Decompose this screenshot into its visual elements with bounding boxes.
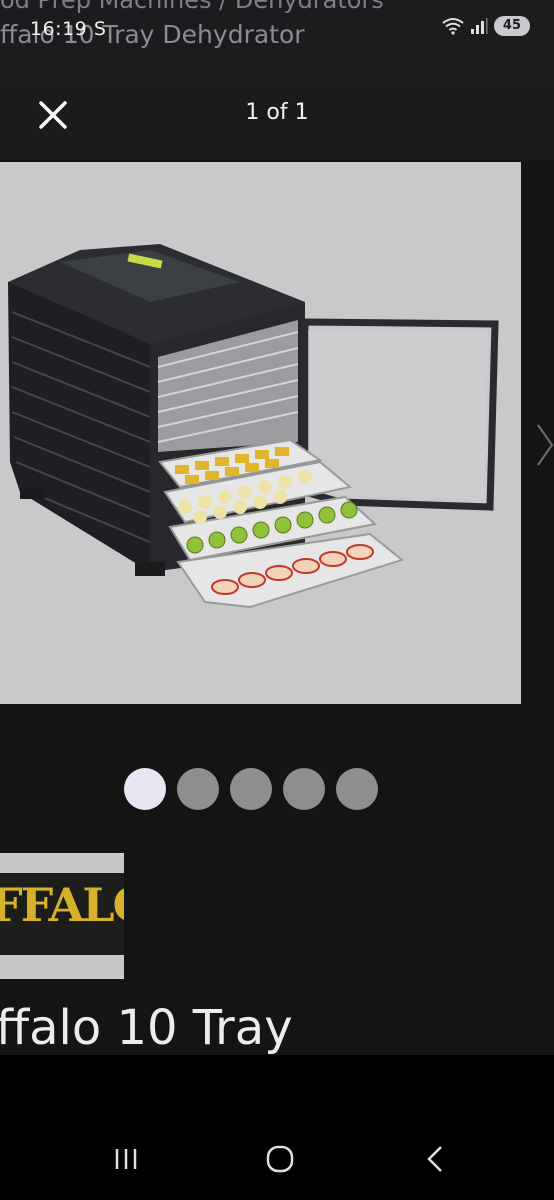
clock: 16:19 [30, 18, 88, 40]
pagination-dot[interactable] [230, 768, 272, 810]
pagination-dot[interactable] [336, 768, 378, 810]
back-icon[interactable] [416, 1139, 456, 1179]
signal-icon [470, 18, 488, 34]
status-letter: S [93, 18, 107, 40]
status-bar: od Prep Machines / Dehydrators ffalo 10 … [0, 0, 554, 90]
home-icon[interactable] [260, 1139, 300, 1179]
pagination-dot[interactable] [283, 768, 325, 810]
pagination-dot[interactable] [124, 768, 166, 810]
product-image[interactable] [0, 162, 521, 704]
product-title: ffalo 10 Tray [0, 1000, 293, 1056]
background-breadcrumb: od Prep Machines / Dehydrators [0, 0, 384, 14]
chevron-right-icon[interactable] [536, 423, 554, 467]
system-navigation-bar [0, 1125, 554, 1195]
image-counter: 1 of 1 [245, 100, 309, 125]
pagination-dot[interactable] [177, 768, 219, 810]
brand-logo: FFALO [0, 853, 124, 979]
status-time: 16:19 S [30, 18, 106, 40]
image-viewer-header: 1 of 1 [0, 90, 554, 160]
image-pagination [124, 768, 378, 810]
dehydrator-illustration [8, 244, 499, 609]
recents-icon[interactable] [106, 1139, 146, 1179]
brand-logo-text: FFALO [0, 878, 124, 932]
battery-indicator: 45 [493, 16, 530, 36]
system-icons: 45 [442, 16, 530, 36]
wifi-icon [442, 18, 464, 35]
